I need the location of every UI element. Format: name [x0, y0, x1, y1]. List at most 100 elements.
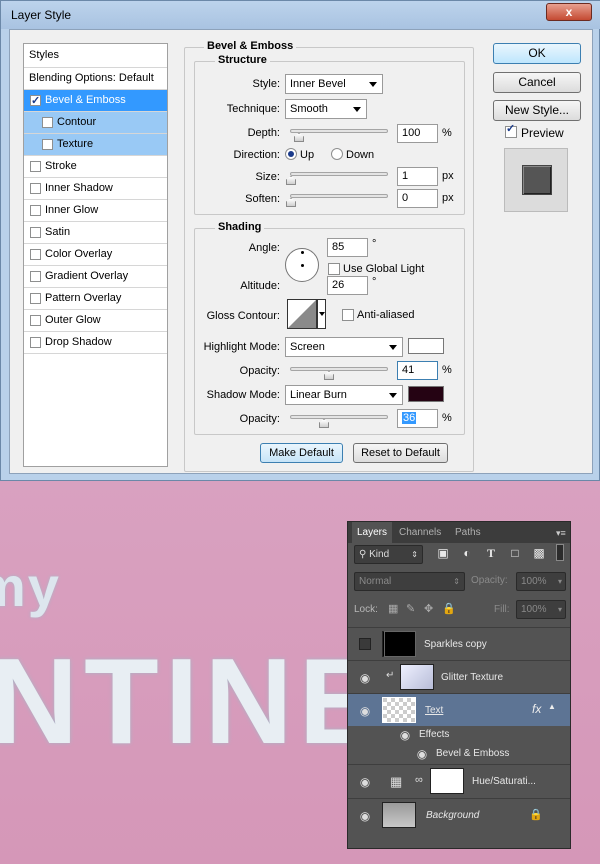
style-checkbox[interactable]	[30, 161, 41, 172]
image-filter-icon[interactable]: ▣	[436, 546, 450, 560]
layer-row-glitter-texture[interactable]: ◉ ↵ Glitter Texture	[348, 660, 570, 693]
opacity-input[interactable]: 100% ▾	[516, 572, 566, 591]
highlight-mode-select[interactable]: Screen	[285, 337, 403, 357]
eye-icon[interactable]: ◉	[357, 776, 373, 788]
use-global-light-checkbox[interactable]	[328, 263, 340, 275]
tab-layers[interactable]: Layers	[352, 522, 393, 543]
style-item-contour[interactable]: Contour	[24, 112, 167, 134]
anti-aliased-checkbox[interactable]	[342, 309, 354, 321]
technique-select[interactable]: Smooth	[285, 99, 367, 119]
depth-input[interactable]: 100	[397, 124, 438, 143]
adjustment-layer-icon: ▦	[390, 774, 403, 789]
lock-transparent-icon[interactable]: ▦	[388, 602, 398, 615]
layer-row-hue-saturation[interactable]: ◉ ▦ ∞ Hue/Saturati...	[348, 764, 570, 798]
style-checkbox[interactable]	[30, 227, 41, 238]
ok-button[interactable]: OK	[493, 43, 581, 64]
direction-up-radio[interactable]	[285, 148, 297, 160]
filter-kind-select[interactable]: ⚲ Kind ⇕	[354, 545, 423, 564]
angle-input[interactable]: 85	[327, 238, 368, 257]
soften-input[interactable]: 0	[397, 189, 438, 208]
shadow-opacity-input[interactable]: 36	[397, 409, 438, 428]
cancel-button[interactable]: Cancel	[493, 72, 581, 93]
size-input[interactable]: 1	[397, 167, 438, 186]
style-checkbox[interactable]	[30, 205, 41, 216]
lock-icon: 🔒	[529, 809, 543, 821]
gloss-contour-preview[interactable]	[287, 299, 317, 329]
new-style-button[interactable]: New Style...	[493, 100, 581, 121]
shadow-color-swatch[interactable]	[408, 386, 444, 402]
layer-name: Hue/Saturati...	[472, 776, 536, 787]
fx-icon[interactable]: fx	[532, 702, 541, 716]
lock-all-icon[interactable]: 🔒	[442, 602, 456, 615]
style-checkbox[interactable]	[30, 271, 41, 282]
style-item-outer-glow[interactable]: Outer Glow	[24, 310, 167, 332]
eye-icon[interactable]: ◉	[357, 705, 373, 717]
style-item-bevel-emboss[interactable]: Bevel & Emboss	[24, 90, 167, 112]
style-checkbox[interactable]	[30, 293, 41, 304]
style-item-stroke[interactable]: Stroke	[24, 156, 167, 178]
style-item-blending-options-default[interactable]: Blending Options: Default	[24, 68, 167, 90]
style-item-texture[interactable]: Texture	[24, 134, 167, 156]
altitude-input[interactable]: 26	[327, 276, 368, 295]
eye-icon[interactable]: ◉	[357, 810, 373, 822]
reset-to-default-button[interactable]: Reset to Default	[353, 443, 448, 463]
tab-channels[interactable]: Channels	[394, 522, 446, 543]
shading-title: Shading	[215, 221, 265, 233]
adjustment-filter-icon[interactable]: ◐	[460, 546, 474, 560]
close-button[interactable]: x	[546, 3, 592, 21]
direction-down-radio[interactable]	[331, 148, 343, 160]
style-item-drop-shadow[interactable]: Drop Shadow	[24, 332, 167, 354]
panel-menu-icon[interactable]: ▾≡	[556, 528, 566, 539]
type-filter-icon[interactable]: T	[484, 546, 498, 560]
layer-row-text[interactable]: ◉ Text fx ▲	[348, 693, 570, 726]
style-item-inner-glow[interactable]: Inner Glow	[24, 200, 167, 222]
style-item-gradient-overlay[interactable]: Gradient Overlay	[24, 266, 167, 288]
highlight-color-swatch[interactable]	[408, 338, 444, 354]
layer-row-sparkles-copy[interactable]: Sparkles copy	[348, 627, 570, 660]
soften-label: Soften:	[245, 193, 280, 205]
shadow-opacity-slider[interactable]	[290, 415, 388, 419]
effects-row[interactable]: ◉ Effects	[348, 726, 570, 745]
tab-paths[interactable]: Paths	[450, 522, 486, 543]
lock-position-icon[interactable]: ✥	[424, 602, 433, 615]
style-checkbox[interactable]	[42, 117, 53, 128]
preview-checkbox[interactable]	[505, 122, 517, 138]
depth-slider[interactable]	[290, 129, 388, 133]
filter-toggle-icon[interactable]	[556, 544, 564, 561]
style-item-pattern-overlay[interactable]: Pattern Overlay	[24, 288, 167, 310]
use-global-light-label: Use Global Light	[343, 263, 425, 275]
blend-mode-select[interactable]: Normal ⇕	[354, 572, 465, 591]
style-item-color-overlay[interactable]: Color Overlay	[24, 244, 167, 266]
layer-row-background[interactable]: ◉ Background 🔒	[348, 798, 570, 832]
smart-object-filter-icon[interactable]: ▩	[532, 546, 546, 560]
eye-icon[interactable]: ◉	[414, 748, 430, 760]
style-checkbox[interactable]	[30, 337, 41, 348]
fill-input[interactable]: 100% ▾	[516, 600, 566, 619]
collapse-effects-icon[interactable]: ▲	[548, 702, 556, 711]
eye-icon[interactable]: ◉	[357, 672, 373, 684]
make-default-button[interactable]: Make Default	[260, 443, 343, 463]
style-checkbox[interactable]	[30, 183, 41, 194]
style-checkbox[interactable]	[30, 249, 41, 260]
highlight-opacity-input[interactable]: 41	[397, 361, 438, 380]
lock-image-icon[interactable]: ✎	[406, 602, 415, 615]
shadow-mode-select[interactable]: Linear Burn	[285, 385, 403, 405]
angle-dial[interactable]	[285, 248, 319, 282]
preview-box	[504, 148, 568, 212]
visibility-toggle-empty[interactable]	[359, 638, 371, 650]
style-checkbox[interactable]	[30, 315, 41, 326]
style-item-satin[interactable]: Satin	[24, 222, 167, 244]
shape-filter-icon[interactable]: □	[508, 546, 522, 560]
effect-row-bevel-emboss[interactable]: ◉ Bevel & Emboss	[348, 745, 570, 764]
size-slider[interactable]	[290, 172, 388, 176]
style-checkbox[interactable]	[30, 91, 41, 112]
eye-icon[interactable]: ◉	[397, 729, 413, 741]
highlight-opacity-slider[interactable]	[290, 367, 388, 371]
structure-title: Structure	[215, 54, 270, 66]
style-item-inner-shadow[interactable]: Inner Shadow	[24, 178, 167, 200]
link-icon[interactable]: ∞	[415, 774, 423, 786]
gloss-contour-dropdown[interactable]	[317, 299, 326, 329]
style-select[interactable]: Inner Bevel	[285, 74, 383, 94]
soften-slider[interactable]	[290, 194, 388, 198]
style-checkbox[interactable]	[42, 139, 53, 150]
